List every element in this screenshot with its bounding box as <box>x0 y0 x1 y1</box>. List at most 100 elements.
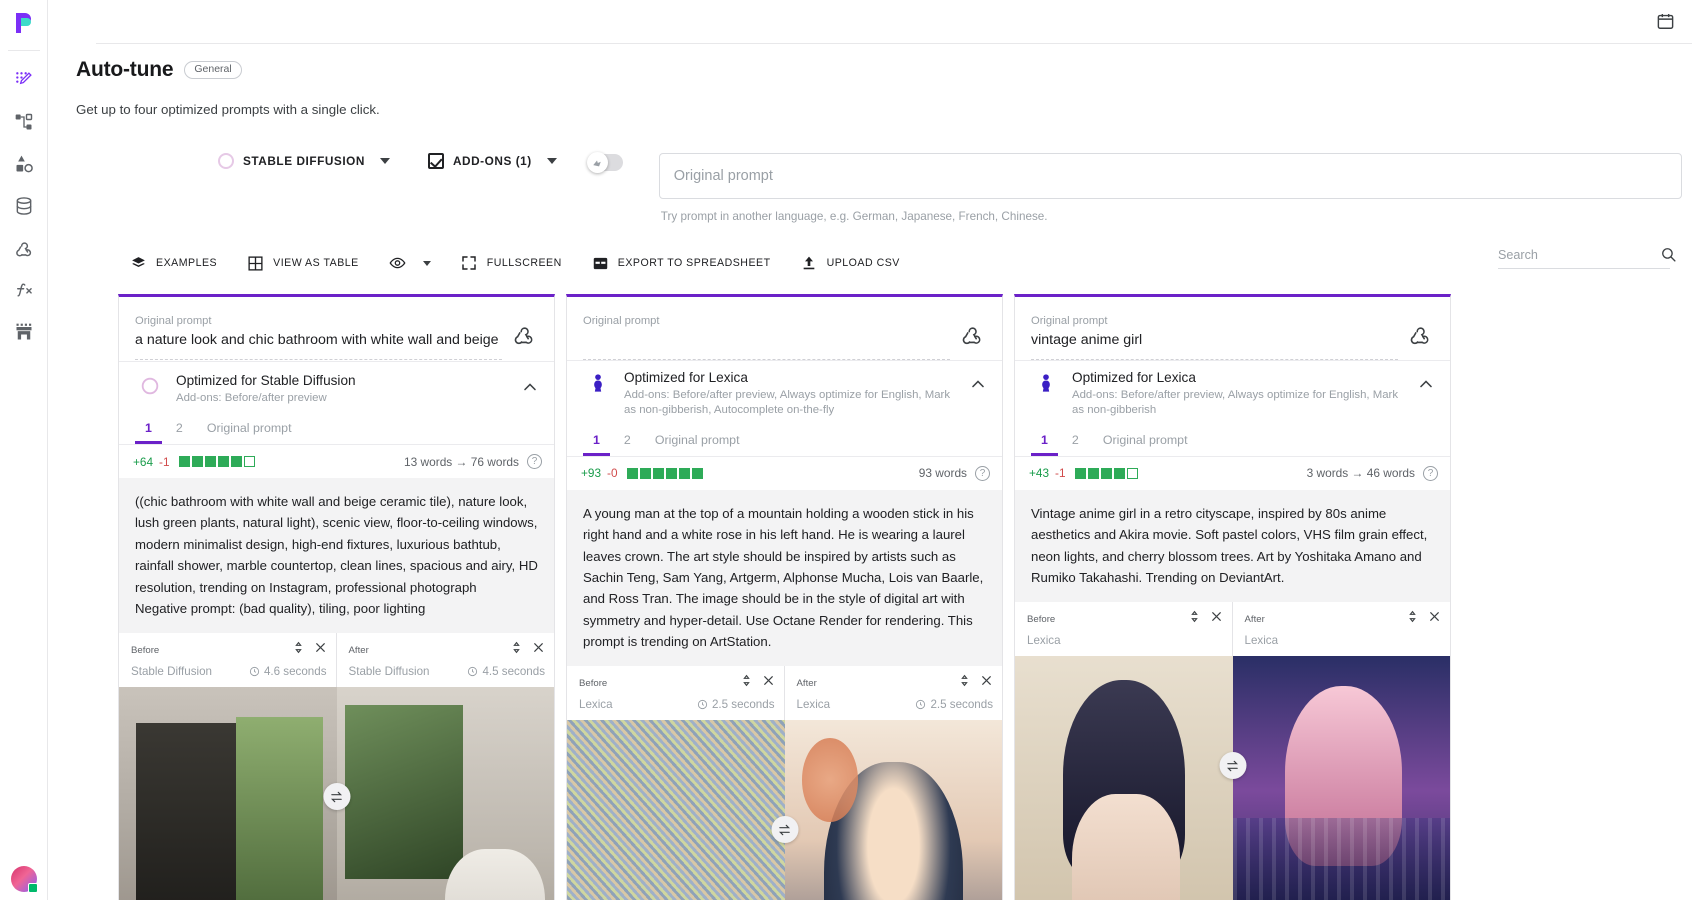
close-icon[interactable] <box>1428 610 1441 628</box>
tab-original-prompt[interactable]: Original prompt <box>195 418 304 444</box>
after-bar: After <box>337 633 555 665</box>
model-selector[interactable]: STABLE DIFFUSION <box>218 153 390 169</box>
original-prompt-input[interactable] <box>659 153 1682 199</box>
reorder-icon[interactable] <box>292 641 305 659</box>
before-after-bars: Before <box>567 666 1002 720</box>
workflow-icon[interactable] <box>4 101 44 143</box>
original-prompt-value[interactable] <box>583 332 950 351</box>
page-header: Auto-tune General Get up to four optimiz… <box>48 58 1692 117</box>
result-card: Original prompt vintage anime girl <box>1014 294 1451 900</box>
close-icon[interactable] <box>1210 610 1223 628</box>
after-bar: After <box>785 666 1003 698</box>
tab-variant-1[interactable]: 1 <box>581 430 612 456</box>
help-icon[interactable]: ? <box>975 466 990 481</box>
before-title: Before <box>1027 614 1055 625</box>
original-prompt-label: Original prompt <box>1031 314 1398 330</box>
database-icon[interactable] <box>4 185 44 227</box>
before-image[interactable] <box>119 687 337 900</box>
optimized-text-col: Optimized for Lexica Add-ons: Before/aft… <box>1072 370 1403 418</box>
webhook-icon[interactable] <box>1408 322 1432 346</box>
reorder-icon[interactable] <box>510 641 523 659</box>
original-prompt-value[interactable]: vintage anime girl <box>1031 332 1398 351</box>
chevron-down-icon[interactable] <box>423 261 431 266</box>
chevron-down-icon[interactable] <box>547 158 557 164</box>
tab-original-prompt[interactable]: Original prompt <box>643 430 752 456</box>
avatar[interactable] <box>11 866 37 892</box>
tab-variant-2[interactable]: 2 <box>164 418 195 444</box>
store-icon[interactable] <box>4 311 44 353</box>
examples-label: EXAMPLES <box>156 257 217 269</box>
webhook-icon[interactable] <box>512 322 536 346</box>
auto-tune-toggle[interactable] <box>589 154 623 171</box>
account-area[interactable] <box>0 866 48 892</box>
chevron-down-icon[interactable] <box>380 158 390 164</box>
export-to-spreadsheet-button[interactable]: EXPORT TO SPREADSHEET <box>592 255 771 272</box>
export-label: EXPORT TO SPREADSHEET <box>618 257 771 269</box>
reorder-icon[interactable] <box>1406 610 1419 628</box>
examples-button[interactable]: EXAMPLES <box>130 255 217 272</box>
chevron-up-icon[interactable] <box>1416 374 1436 394</box>
before-bar: Before <box>1015 602 1232 634</box>
prompt-editor-icon[interactable] <box>4 59 44 101</box>
visibility-menu[interactable] <box>389 255 431 272</box>
after-image[interactable] <box>337 687 555 900</box>
view-as-table-button[interactable]: VIEW AS TABLE <box>247 255 359 272</box>
search-input[interactable] <box>1498 248 1660 262</box>
close-icon[interactable] <box>532 641 545 659</box>
score-negative: -0 <box>607 466 618 480</box>
after-title: After <box>349 645 369 656</box>
tab-variant-1[interactable]: 1 <box>1029 430 1060 456</box>
after-time: 2.5 seconds <box>915 698 993 711</box>
result-card: Original prompt a nature look and chic b… <box>118 294 555 900</box>
before-time: 4.6 seconds <box>249 665 327 678</box>
chevron-up-icon[interactable] <box>520 377 540 397</box>
calendar-icon[interactable] <box>1652 9 1678 35</box>
tab-original-prompt[interactable]: Original prompt <box>1091 430 1200 456</box>
after-meta: Lexica 2.5 seconds <box>785 698 1003 720</box>
score-positive: +64 <box>133 455 153 469</box>
close-icon[interactable] <box>762 674 775 692</box>
tab-variant-1[interactable]: 1 <box>133 418 164 444</box>
before-image[interactable] <box>1015 656 1233 900</box>
upload-csv-button[interactable]: UPLOAD CSV <box>801 255 900 272</box>
webhook-icon[interactable] <box>4 227 44 269</box>
function-icon[interactable] <box>4 269 44 311</box>
swap-icon[interactable] <box>771 816 798 843</box>
after-engine: Stable Diffusion <box>349 665 430 678</box>
chevron-up-icon[interactable] <box>968 374 988 394</box>
card-score-row: +93 -0 93 words ? <box>567 457 1002 490</box>
original-prompt-value[interactable]: a nature look and chic bathroom with whi… <box>135 332 502 351</box>
addons-selector[interactable]: ADD-ONS (1) <box>428 153 557 169</box>
before-image[interactable] <box>567 720 785 900</box>
tab-variant-2[interactable]: 2 <box>612 430 643 456</box>
addons-checkbox[interactable] <box>428 153 444 169</box>
fullscreen-button[interactable]: FULLSCREEN <box>461 255 562 272</box>
result-card: Original prompt <box>566 294 1003 900</box>
tab-variant-2[interactable]: 2 <box>1060 430 1091 456</box>
word-count: 93 words <box>919 466 967 480</box>
card-tabs: 1 2 Original prompt <box>119 406 554 444</box>
category-chip: General <box>184 61 241 80</box>
shapes-icon[interactable] <box>4 143 44 185</box>
help-icon[interactable]: ? <box>1423 466 1438 481</box>
swap-icon[interactable] <box>1219 752 1246 779</box>
optimized-result-text: Vintage anime girl in a retro cityscape,… <box>1015 490 1450 603</box>
after-image[interactable] <box>1233 656 1451 900</box>
webhook-icon[interactable] <box>960 322 984 346</box>
control-row: STABLE DIFFUSION ADD-ONS (1) <box>48 153 1692 223</box>
after-time: 4.5 seconds <box>467 665 545 678</box>
search-icon[interactable] <box>1660 246 1677 263</box>
after-image[interactable] <box>785 720 1003 900</box>
reorder-icon[interactable] <box>958 674 971 692</box>
search-box[interactable] <box>1498 246 1670 269</box>
close-icon[interactable] <box>980 674 993 692</box>
reorder-icon[interactable] <box>740 674 753 692</box>
help-icon[interactable]: ? <box>527 454 542 469</box>
optimized-title: Optimized for Stable Diffusion <box>176 373 507 388</box>
close-icon[interactable] <box>314 641 327 659</box>
score-bars <box>179 456 255 467</box>
word-count: 13 words → 76 words <box>404 455 519 469</box>
swap-icon[interactable] <box>323 783 350 810</box>
reorder-icon[interactable] <box>1188 610 1201 628</box>
promptperfect-logo[interactable] <box>9 8 39 38</box>
